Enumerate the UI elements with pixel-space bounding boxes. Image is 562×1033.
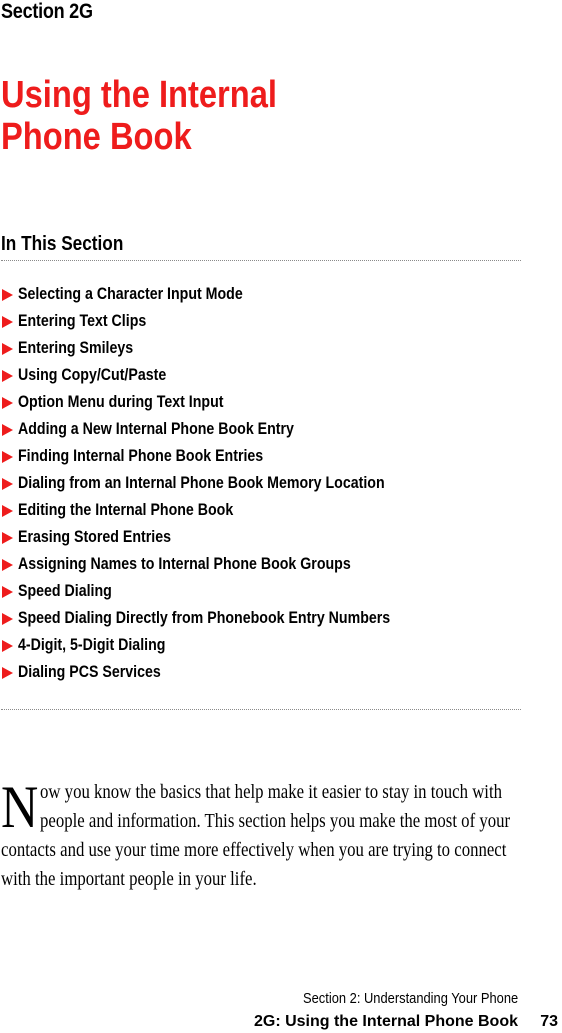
toc-list: Selecting a Character Input Mode Enterin…: [0, 281, 451, 686]
bullet-arrow-icon: [2, 585, 13, 598]
toc-item-label: Using Copy/Cut/Paste: [18, 366, 167, 384]
intro-text: ow you know the basics that help make it…: [1, 781, 511, 890]
toc-item[interactable]: Erasing Stored Entries: [0, 524, 451, 551]
bullet-arrow-icon: [2, 558, 13, 571]
toc-item-label: Dialing PCS Services: [18, 663, 161, 681]
section-label: Section 2G: [1, 0, 93, 23]
toc-item[interactable]: Entering Smileys: [0, 335, 451, 362]
toc-item-label: Finding Internal Phone Book Entries: [18, 447, 264, 465]
page-number: 73: [540, 1013, 558, 1030]
toc-item-label: 4-Digit, 5-Digit Dialing: [18, 636, 166, 654]
bullet-arrow-icon: [2, 369, 13, 382]
page-title-line-1: Using the Internal: [1, 74, 277, 116]
drop-cap: N: [1, 773, 39, 840]
toc-item[interactable]: Selecting a Character Input Mode: [0, 281, 451, 308]
toc-item[interactable]: 4-Digit, 5-Digit Dialing: [0, 632, 451, 659]
toc-item[interactable]: Dialing PCS Services: [0, 659, 451, 686]
bullet-arrow-icon: [2, 477, 13, 490]
toc-heading: In This Section: [1, 233, 124, 255]
toc-item[interactable]: Assigning Names to Internal Phone Book G…: [0, 551, 451, 578]
toc-item-label: Speed Dialing: [18, 582, 112, 600]
bullet-arrow-icon: [2, 531, 13, 544]
toc-item[interactable]: Dialing from an Internal Phone Book Memo…: [0, 470, 451, 497]
toc-item-label: Selecting a Character Input Mode: [18, 285, 243, 303]
page-title: Using the Internal Phone Book: [1, 74, 277, 158]
bullet-arrow-icon: [2, 450, 13, 463]
toc-item-label: Editing the Internal Phone Book: [18, 501, 234, 519]
bullet-arrow-icon: [2, 423, 13, 436]
toc-item-label: Adding a New Internal Phone Book Entry: [18, 420, 294, 438]
toc-item[interactable]: Speed Dialing: [0, 578, 451, 605]
footer-section-title: Section 2: Understanding Your Phone: [302, 990, 518, 1007]
bullet-arrow-icon: [2, 639, 13, 652]
footer-chapter-title: 2G: Using the Internal Phone Book: [253, 1013, 518, 1030]
toc-item-label: Entering Smileys: [18, 339, 134, 357]
bullet-arrow-icon: [2, 342, 13, 355]
toc-item[interactable]: Speed Dialing Directly from Phonebook En…: [0, 605, 451, 632]
bullet-arrow-icon: [2, 396, 13, 409]
bullet-arrow-icon: [2, 504, 13, 517]
bullet-arrow-icon: [2, 315, 13, 328]
bullet-arrow-icon: [2, 666, 13, 679]
toc-item[interactable]: Adding a New Internal Phone Book Entry: [0, 416, 451, 443]
page-title-line-2: Phone Book: [1, 116, 192, 158]
toc-item[interactable]: Using Copy/Cut/Paste: [0, 362, 451, 389]
toc-item[interactable]: Option Menu during Text Input: [0, 389, 451, 416]
toc-top-divider: [1, 260, 521, 261]
toc-item[interactable]: Finding Internal Phone Book Entries: [0, 443, 451, 470]
toc-item-label: Entering Text Clips: [18, 312, 147, 330]
toc-item[interactable]: Editing the Internal Phone Book: [0, 497, 451, 524]
toc-item-label: Option Menu during Text Input: [18, 393, 224, 411]
toc-item-label: Erasing Stored Entries: [18, 528, 171, 546]
toc-bottom-divider: [1, 709, 521, 710]
toc-item[interactable]: Entering Text Clips: [0, 308, 451, 335]
bullet-arrow-icon: [2, 288, 13, 301]
intro-paragraph: Now you know the basics that help make i…: [1, 773, 517, 894]
bullet-arrow-icon: [2, 612, 13, 625]
toc-item-label: Assigning Names to Internal Phone Book G…: [18, 555, 351, 573]
toc-item-label: Speed Dialing Directly from Phonebook En…: [18, 609, 391, 627]
toc-item-label: Dialing from an Internal Phone Book Memo…: [18, 474, 385, 492]
